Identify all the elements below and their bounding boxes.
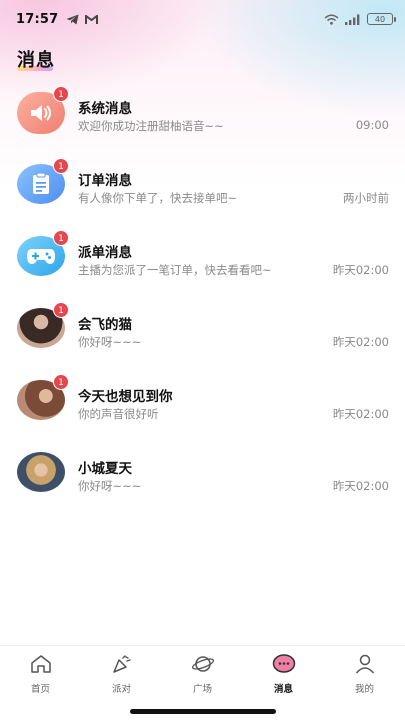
message-title: 订单消息 (78, 173, 132, 189)
telegram-icon (66, 10, 79, 29)
message-preview: 你好呀~~~ (78, 335, 142, 349)
home-indicator[interactable] (130, 709, 276, 714)
message-row-dispatch[interactable]: 1 派单消息 主播为您派了一笔订单，快去看看吧~ 昨天02:00 (0, 220, 405, 292)
message-preview: 欢迎你成功注册甜柚语音~~ (78, 119, 224, 133)
status-time: 17:57 (16, 11, 59, 27)
message-title: 今天也想见到你 (78, 389, 173, 405)
message-title: 会飞的猫 (78, 317, 132, 333)
tab-profile[interactable]: 我的 (324, 646, 405, 696)
tab-home[interactable]: 首页 (0, 646, 81, 696)
unread-badge: 1 (53, 374, 69, 390)
tab-label: 派对 (111, 684, 131, 695)
page-title: 消息 (17, 50, 55, 71)
bottom-tab-bar: 首页 派对 广场 消息 我的 (0, 645, 405, 696)
unread-badge: 1 (53, 230, 69, 246)
message-preview: 你好呀~~~ (78, 479, 142, 493)
planet-icon (191, 654, 215, 678)
home-icon (30, 654, 52, 678)
message-row-system[interactable]: 1 系统消息 欢迎你成功注册甜柚语音~~ 09:00 (0, 76, 405, 148)
tab-messages[interactable]: 消息 (243, 646, 324, 696)
message-preview: 主播为您派了一笔订单，快去看看吧~ (78, 263, 272, 277)
tab-square[interactable]: 广场 (162, 646, 243, 696)
battery-icon: 40 (367, 13, 396, 25)
message-list: 1 系统消息 欢迎你成功注册甜柚语音~~ 09:00 1 订单消息 有人像你下单… (0, 76, 405, 508)
person-icon (354, 654, 376, 678)
message-time: 昨天02:00 (332, 407, 389, 421)
wifi-icon (324, 10, 339, 29)
status-bar: 17:57 40 (0, 0, 405, 38)
message-time: 两小时前 (343, 191, 389, 205)
unread-badge: 1 (53, 86, 69, 102)
unread-badge: 1 (53, 302, 69, 318)
unread-badge: 1 (53, 158, 69, 174)
message-title: 系统消息 (78, 101, 132, 117)
tab-label: 广场 (192, 684, 212, 695)
tab-label: 我的 (354, 684, 374, 695)
party-icon (111, 654, 133, 678)
message-time: 09:00 (355, 118, 389, 132)
user-avatar (17, 452, 65, 492)
message-preview: 有人像你下单了，快去接单吧~ (78, 191, 238, 205)
message-time: 昨天02:00 (332, 335, 389, 349)
gmail-icon (85, 10, 99, 29)
message-preview: 你的声音很好听 (78, 407, 159, 421)
message-row-order[interactable]: 1 订单消息 有人像你下单了，快去接单吧~ 两小时前 (0, 148, 405, 220)
signal-icon (345, 10, 361, 29)
tab-party[interactable]: 派对 (81, 646, 162, 696)
tab-label: 消息 (273, 684, 293, 695)
message-time: 昨天02:00 (332, 263, 389, 277)
message-time: 昨天02:00 (332, 479, 389, 493)
message-row-user[interactable]: 1 今天也想见到你 你的声音很好听 昨天02:00 (0, 364, 405, 436)
tab-label: 首页 (30, 684, 50, 695)
message-title: 小城夏天 (78, 461, 132, 477)
message-title: 派单消息 (78, 245, 132, 261)
chat-bubble-icon (272, 654, 296, 678)
message-row-user[interactable]: 小城夏天 你好呀~~~ 昨天02:00 (0, 436, 405, 508)
message-row-user[interactable]: 1 会飞的猫 你好呀~~~ 昨天02:00 (0, 292, 405, 364)
